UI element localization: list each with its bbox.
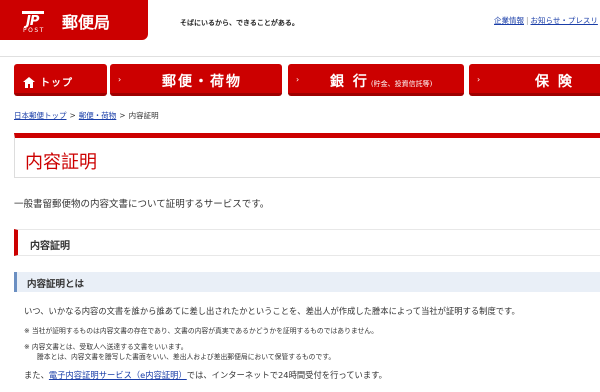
nav-bank-label: 銀 行 (貯金、投資信託等)	[330, 71, 432, 91]
breadcrumb-current: 内容証明	[128, 111, 159, 120]
page-title-box: 内容証明	[14, 133, 600, 178]
note-2-continued: 謄本とは、内容文書を謄写した書面をいい、差出人および差出郵便局において保管するも…	[37, 353, 336, 361]
home-icon	[23, 73, 35, 92]
breadcrumb-separator: >	[69, 111, 76, 120]
note-2: ※ 内容文書とは、受取人へ送達する文書をいいます。	[24, 343, 188, 351]
global-nav: トップ › 郵便・荷物 › 銀 行 (貯金、投資信託等) › 保 険	[14, 64, 600, 98]
jp-post-mark-icon: JP	[20, 7, 56, 28]
news-press-link[interactable]: お知らせ・プレスリ	[531, 16, 598, 25]
arrow-icon: ›	[296, 75, 300, 84]
nav-bank-text: 銀 行	[330, 74, 369, 90]
nav-insurance-label: 保 険	[535, 74, 574, 90]
subsection-heading-text: 内容証明とは	[27, 279, 85, 290]
tagline: そばにいるから、できることがある。	[180, 19, 299, 27]
section-heading-text: 内容証明	[30, 241, 70, 252]
corporate-info-link[interactable]: 企業情報	[494, 16, 524, 25]
header-divider	[0, 56, 600, 57]
header-links: 企業情報 | お知らせ・プレスリ	[494, 15, 598, 26]
breadcrumb-separator: >	[119, 111, 126, 120]
nav-mail-parcel-label: 郵便・荷物	[162, 74, 242, 90]
arrow-icon: ›	[477, 75, 481, 84]
e-naiyo-link[interactable]: 電子内容証明サービス（e内容証明）	[49, 370, 187, 380]
nav-insurance-button[interactable]: › 保 険	[469, 64, 600, 96]
site-header: JP POST 郵便局 そばにいるから、できることがある。 企業情報 | お知らせ・…	[0, 0, 600, 40]
section-heading: 内容証明	[14, 229, 600, 256]
note-1: ※ 当社が証明するものは内容文書の存在であり、文書の内容が真実であるかどうかを証…	[24, 327, 378, 335]
e-naiyo-paragraph: また、電子内容証明サービス（e内容証明）では、インターネットで24時間受付を行っ…	[24, 369, 387, 381]
e-naiyo-prefix: また、	[24, 370, 49, 380]
e-naiyo-suffix: では、インターネットで24時間受付を行っています。	[186, 370, 387, 380]
logo-post-text: POST	[23, 27, 45, 34]
breadcrumb: 日本郵便トップ > 郵便・荷物 > 内容証明	[14, 110, 159, 121]
nav-bank-subtext: (貯金、投資信託等)	[370, 80, 433, 88]
breadcrumb-mail-link[interactable]: 郵便・荷物	[79, 111, 117, 120]
link-separator: |	[526, 16, 529, 25]
breadcrumb-home-link[interactable]: 日本郵便トップ	[14, 111, 67, 120]
nav-bank-button[interactable]: › 銀 行 (貯金、投資信託等)	[288, 64, 464, 96]
japan-post-logo[interactable]: JP POST 郵便局	[0, 0, 148, 40]
nav-mail-parcel-button[interactable]: › 郵便・荷物	[110, 64, 282, 96]
nav-top-label: トップ	[40, 78, 73, 89]
page-title: 内容証明	[25, 152, 97, 173]
arrow-icon: ›	[118, 75, 122, 84]
lead-text: 一般書留郵便物の内容文書について証明するサービスです。	[14, 199, 270, 210]
subsection-heading: 内容証明とは	[14, 272, 600, 292]
logo-name: 郵便局	[62, 13, 111, 32]
body-text: いつ、いかなる内容の文書を誰から誰あてに差し出されたかということを、差出人が作成…	[24, 306, 520, 316]
svg-text:JP: JP	[23, 14, 40, 28]
nav-top-button[interactable]: トップ	[14, 64, 107, 96]
